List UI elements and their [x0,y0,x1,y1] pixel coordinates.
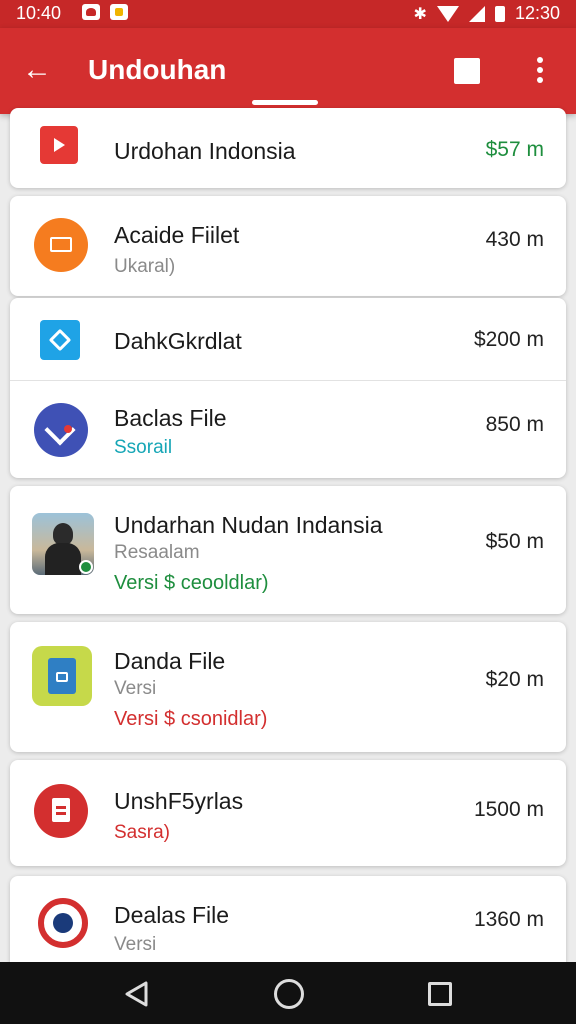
download-card: Undarhan Nudan Indansia Resaalam Versi $… [10,486,566,614]
nav-recents-icon[interactable] [428,982,452,1006]
list-item[interactable]: Acaide Fiilet Ukaral) 430 m [10,196,566,296]
signal-icon [468,5,485,22]
item-subtitle: Ukaral) [114,256,176,277]
nav-back-icon[interactable] [122,980,152,1008]
item-subtitle: Resaalam [114,542,200,563]
item-name: Urdohan Indonsia [114,138,296,164]
item-name: Baclas File [114,405,227,431]
wifi-icon [436,5,459,22]
list-item[interactable]: Dealas File Versi 1360 m [10,876,566,976]
item-size: 1500 m [473,798,544,821]
list-item[interactable]: Undarhan Nudan Indansia Resaalam Versi $… [10,486,566,614]
status-right: ✱ 12:30 [414,3,560,24]
list-item[interactable]: DahkGkrdlat $200 m [10,298,566,380]
app-icon [38,898,88,948]
item-version: Versi $ csonidlar) [114,708,268,730]
bluetooth-icon: ✱ [413,5,427,23]
download-card: Dealas File Versi 1360 m [10,876,566,976]
download-card: UnshF5yrlas Sasra) 1500 m [10,760,566,866]
download-card: DahkGkrdlat $200 m Baclas File Ssorail 8… [10,298,566,478]
item-subtitle: Ssorail [114,437,173,458]
item-name: Undarhan Nudan Indansia [114,512,383,538]
status-time: 10:40 [16,3,62,23]
page-title: Undouhan [88,54,227,85]
item-size: $57 m [485,138,544,161]
app-icon [40,126,78,164]
notification-icon [82,4,100,20]
user-photo [32,513,94,575]
tab-indicator [252,100,318,105]
app-icon [34,403,88,457]
item-subtitle: Versi [114,678,157,699]
item-name: Acaide Fiilet [114,222,240,248]
item-size: 1360 m [473,908,544,931]
status-bar: 10:40 ✱ 12:30 [0,0,576,28]
app-bar: ← Undouhan [0,28,576,114]
list-item[interactable]: Danda File Versi Versi $ csonidlar) $20 … [10,622,566,752]
back-arrow-icon[interactable]: ← [22,54,62,90]
app-icon [40,320,80,360]
nav-home-icon[interactable] [274,979,304,1009]
download-card: Acaide Fiilet Ukaral) 430 m [10,196,566,296]
item-subtitle: Sasra) [114,822,170,843]
item-size: $50 m [485,530,544,553]
list-item[interactable]: UnshF5yrlas Sasra) 1500 m [10,760,566,866]
download-card: Danda File Versi Versi $ csonidlar) $20 … [10,622,566,752]
item-version: Versi $ ceooldlar) [114,572,269,594]
system-nav-bar [0,962,576,1024]
notification-icon [110,4,128,20]
item-size: 850 m [485,413,544,436]
item-name: DahkGkrdlat [114,328,242,354]
list-item[interactable]: Urdohan Indonsia $57 m [10,108,566,188]
item-subtitle: Versi [114,934,157,955]
item-size: $200 m [473,328,544,351]
item-size: 430 m [485,228,544,251]
battery-icon [494,5,505,22]
item-name: UnshF5yrlas [114,788,244,814]
notification-icons [82,4,128,20]
download-card: Urdohan Indonsia $57 m [10,108,566,188]
stop-icon[interactable] [454,58,480,84]
item-name: Danda File [114,648,226,674]
more-vert-icon[interactable] [528,54,552,90]
item-name: Dealas File [114,902,230,928]
status-clock: 12:30 [514,3,560,23]
app-icon [34,218,88,272]
app-icon [34,784,88,838]
item-size: $20 m [485,668,544,691]
app-icon [32,646,92,706]
list-item[interactable]: Baclas File Ssorail 850 m [10,380,566,478]
